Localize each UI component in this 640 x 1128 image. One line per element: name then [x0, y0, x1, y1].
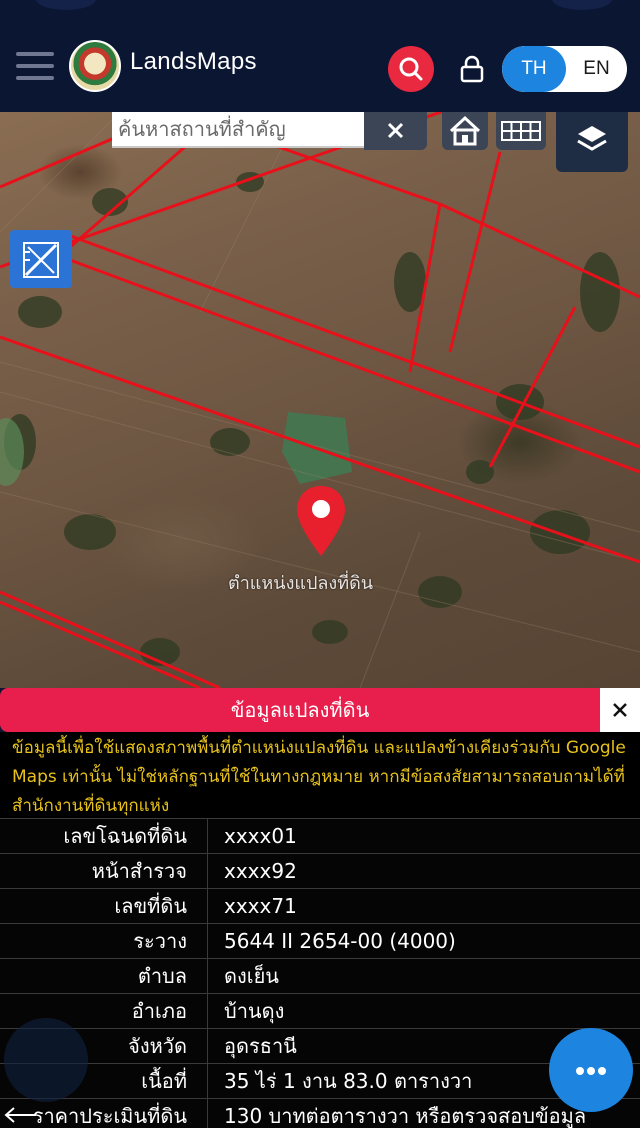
disclaimer-text: ข้อมูลนี้เพื่อใช้แสดงสภาพพื้นที่ตำแหน่งแ… [0, 732, 640, 818]
row-label: เลขโฉนดที่ดิน [0, 819, 208, 854]
clear-search-button[interactable] [364, 112, 427, 150]
parcel-info-table: เลขโฉนดที่ดิน xxxx01 หน้าสำรวจ xxxx92 เล… [0, 818, 640, 1128]
table-row: เนื้อที่ 35 ไร่ 1 งาน 83.0 ตารางวา [0, 1063, 640, 1099]
row-value: xxxx71 [224, 894, 297, 918]
place-search-input[interactable]: ค้นหาสถานที่สำคัญ [112, 112, 364, 148]
search-icon [399, 57, 423, 81]
map-pin-icon[interactable] [294, 484, 348, 560]
table-row: จังหวัด อุดรธานี [0, 1028, 640, 1064]
table-row: หน้าสำรวจ xxxx92 [0, 853, 640, 889]
more-dots-icon [598, 1067, 606, 1075]
back-arrow-icon[interactable] [0, 1102, 40, 1128]
row-label: หน้าสำรวจ [0, 854, 208, 889]
panel-close-button[interactable] [600, 688, 640, 732]
table-row: ราคาประเมินที่ดิน 130 บาทต่อตารางวา หรือ… [0, 1098, 640, 1128]
row-value: xxxx01 [224, 824, 297, 848]
measure-tool-button[interactable] [10, 230, 72, 288]
grid-button[interactable] [496, 112, 546, 150]
grid-icon [501, 121, 541, 141]
row-label: เลขที่ดิน [0, 889, 208, 924]
row-label: ตำบล [0, 959, 208, 994]
row-value: xxxx92 [224, 859, 297, 883]
close-icon [613, 703, 627, 717]
language-toggle[interactable]: TH EN [502, 46, 627, 92]
row-value: บ้านดุง [224, 999, 285, 1023]
home-icon [449, 115, 481, 146]
row-label: ระวาง [0, 924, 208, 959]
app-title: LandsMaps [130, 48, 257, 75]
search-button[interactable] [388, 46, 434, 92]
header-decoration [36, 0, 96, 10]
more-dots-icon [576, 1067, 584, 1075]
app-header: LandsMaps TH EN [0, 0, 640, 112]
pin-label: ตำแหน่งแปลงที่ดิน [228, 573, 374, 594]
table-row: เลขที่ดิน xxxx71 [0, 888, 640, 924]
row-value: ดงเย็น [224, 964, 279, 988]
table-row: ระวาง 5644 II 2654-00 (4000) [0, 923, 640, 959]
department-logo [69, 40, 121, 92]
lang-th-button[interactable]: TH [502, 46, 566, 92]
more-dots-icon [587, 1067, 595, 1075]
table-row: เลขโฉนดที่ดิน xxxx01 [0, 818, 640, 854]
hamburger-icon[interactable] [16, 52, 54, 80]
layers-button[interactable] [556, 112, 628, 172]
info-bubble[interactable] [4, 1018, 88, 1102]
more-options-button[interactable] [549, 1028, 633, 1112]
table-row: ตำบล ดงเย็น [0, 958, 640, 994]
ruler-pencil-icon [23, 242, 59, 278]
lock-button[interactable] [459, 54, 485, 84]
home-button[interactable] [442, 112, 488, 150]
lock-icon [460, 55, 484, 83]
layers-icon [577, 126, 607, 151]
satellite-map[interactable]: ค้นหาสถานที่สำคัญ ตำแหน่งแปลงที่ดิน [0, 112, 640, 688]
panel-title: ข้อมูลแปลงที่ดิน [0, 688, 600, 732]
table-row: อำเภอ บ้านดุง [0, 993, 640, 1029]
lang-en-button[interactable]: EN [566, 46, 627, 92]
close-icon [387, 122, 404, 139]
row-value: 5644 II 2654-00 (4000) [224, 929, 456, 953]
header-decoration [552, 0, 612, 10]
parcel-boundaries [0, 112, 640, 688]
